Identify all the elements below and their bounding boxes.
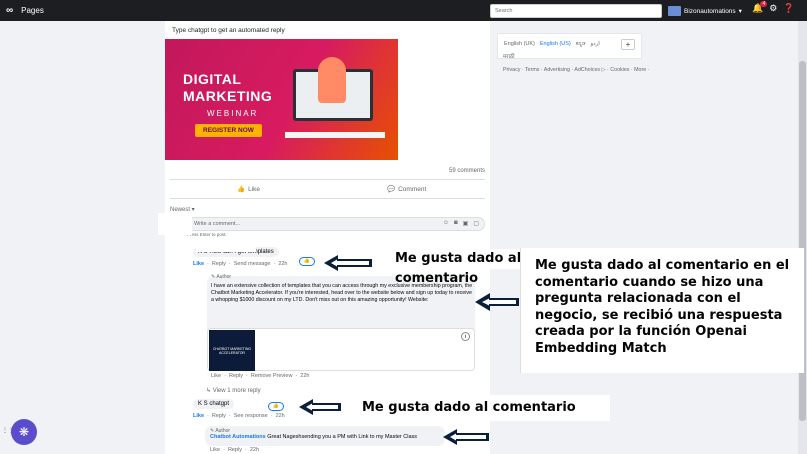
annotation-label-bottom: Me gusta dado al comentario bbox=[346, 395, 610, 421]
reply-text: Great Nageshsending you a PM with Link t… bbox=[267, 434, 418, 440]
camera-icon[interactable]: ◙ bbox=[454, 220, 458, 227]
see-response-link[interactable]: See response bbox=[234, 413, 268, 419]
language-option[interactable]: اردو bbox=[591, 41, 600, 48]
reply-bubble: ✎ Author I have an extensive collection … bbox=[207, 274, 475, 371]
banner-subtitle: WEBINAR bbox=[207, 109, 259, 118]
comment-like-link[interactable]: Like bbox=[193, 261, 204, 267]
brand[interactable]: ∞ Pages bbox=[6, 5, 44, 16]
reply-author-name[interactable]: Chatbot Automations bbox=[210, 434, 266, 440]
footer-links[interactable]: Privacy · Terms · Advertising · AdChoice… bbox=[503, 66, 653, 74]
comment-reply-link[interactable]: Reply bbox=[212, 413, 226, 419]
reply-reply-link[interactable]: Reply bbox=[229, 373, 243, 379]
search-input[interactable] bbox=[490, 4, 662, 18]
link-preview-image: CHATBOT MARKETING ACCELERATOR bbox=[209, 330, 255, 371]
redaction-patch bbox=[196, 245, 256, 252]
add-language-button[interactable]: + bbox=[621, 39, 635, 50]
language-option[interactable]: ಕನ್ನಡ bbox=[576, 41, 586, 48]
reply-time: 22h bbox=[249, 447, 260, 453]
bell-icon[interactable]: 🔔 4 bbox=[752, 1, 768, 14]
language-option[interactable]: मराठी bbox=[503, 52, 515, 60]
comment-actions: Like · Reply · Send message · 22h bbox=[193, 261, 288, 267]
banner-title: DIGITAL MARKETING bbox=[183, 71, 272, 105]
like-label: Like bbox=[248, 185, 261, 193]
floating-action-button[interactable]: ❋ bbox=[11, 419, 37, 445]
comment-bubble: K S chatgpt bbox=[193, 399, 235, 409]
divider bbox=[170, 198, 485, 199]
comment-label: Comment bbox=[398, 185, 427, 193]
banner-title-line2: MARKETING bbox=[183, 88, 273, 104]
reply-time: 22h bbox=[300, 373, 310, 379]
arrow-left-icon bbox=[443, 429, 489, 445]
reply-actions: Like · Reply · 22h bbox=[210, 447, 260, 453]
meta-logo-icon: ∞ bbox=[6, 5, 14, 16]
author-tag-label: Author bbox=[216, 274, 232, 280]
account-switcher[interactable]: Bizonautomations ▾ bbox=[668, 4, 742, 18]
language-option[interactable]: English (UK) bbox=[504, 41, 535, 48]
view-more-replies[interactable]: ↳ View 1 more reply bbox=[206, 387, 261, 394]
comment-text: K S chatgpt bbox=[198, 401, 230, 407]
emoji-icon[interactable]: ☺ bbox=[443, 220, 449, 227]
top-bar: ∞ Pages Bizonautomations ▾ 🔔4 ⚙ ❓ bbox=[0, 0, 807, 21]
info-icon[interactable]: i bbox=[461, 332, 470, 341]
comment-placeholder: Write a comment... bbox=[194, 221, 241, 227]
top-icons: 🔔 4 ⚙ ❓ bbox=[752, 1, 795, 14]
comment-reply-link[interactable]: Reply bbox=[212, 261, 226, 267]
redaction-patch bbox=[170, 365, 202, 375]
post-text: Type chatgpt to get an automated reply bbox=[172, 27, 285, 34]
divider bbox=[170, 179, 485, 180]
arrow-left-icon bbox=[299, 399, 341, 415]
annotation-explanation: Me gusta dado al comentario en el coment… bbox=[520, 248, 804, 373]
like-button[interactable]: 👍 Like bbox=[237, 185, 261, 194]
comment-tools: ☺ ◙ ▣ ▢ bbox=[443, 220, 479, 227]
comment-hint: Press Enter to post. bbox=[187, 232, 227, 237]
chevron-down-icon: ▾ bbox=[738, 8, 742, 15]
desk-illustration bbox=[285, 132, 385, 138]
help-icon[interactable]: ❓ bbox=[783, 3, 794, 14]
comments-count[interactable]: 59 comments bbox=[449, 168, 485, 174]
reply-actions: Like · Reply · Remove Preview · 22h bbox=[211, 373, 310, 379]
reply-reply-link[interactable]: Reply bbox=[228, 447, 242, 453]
post-image[interactable]: DIGITAL MARKETING WEBINAR REGISTER NOW bbox=[165, 39, 398, 160]
arrow-left-icon bbox=[475, 293, 519, 311]
sticker-icon[interactable]: ▢ bbox=[473, 220, 479, 227]
sort-dropdown[interactable]: Newest ▾ bbox=[170, 206, 195, 213]
scrollbar[interactable] bbox=[798, 21, 807, 454]
language-list: English (UK) English (US) ಕನ್ನಡ اردو bbox=[504, 41, 600, 48]
view-more-label: View 1 more reply bbox=[212, 388, 261, 394]
language-option[interactable]: English (US) bbox=[540, 41, 571, 48]
banner-title-line1: DIGITAL bbox=[183, 71, 242, 87]
reply-like-link[interactable]: Like bbox=[210, 447, 220, 453]
reply-like-link[interactable]: Like bbox=[211, 373, 221, 379]
gear-icon[interactable]: ⚙ bbox=[769, 3, 777, 14]
arrow-left-icon bbox=[324, 255, 372, 271]
reply-bubble: ✎ Author Chatbot Automations Great Nages… bbox=[205, 426, 445, 446]
banner-register-button: REGISTER NOW bbox=[195, 124, 262, 137]
comment-like-link[interactable]: Like bbox=[193, 413, 204, 419]
account-name: Bizonautomations bbox=[684, 7, 736, 15]
comment-input[interactable]: Write a comment... ☺ ◙ ▣ ▢ bbox=[187, 217, 485, 231]
annotation-label-top: Me gusta dado al comentario bbox=[392, 249, 522, 286]
remove-preview-link[interactable]: Remove Preview bbox=[251, 373, 293, 379]
notification-badge: 4 bbox=[760, 1, 768, 7]
thumbs-up-icon: 👍 bbox=[237, 186, 246, 193]
post-card: Type chatgpt to get an automated reply D… bbox=[165, 21, 490, 454]
comment-time: 22h bbox=[278, 261, 288, 267]
comment-button[interactable]: 💬 Comment bbox=[387, 185, 427, 194]
comment-actions: Like · Reply · See response · 22h bbox=[193, 413, 285, 419]
like-reaction-badge[interactable]: 👍 bbox=[268, 402, 284, 411]
pages-label[interactable]: Pages bbox=[21, 6, 44, 15]
like-reaction-badge[interactable]: 👍 bbox=[299, 257, 315, 266]
send-message-link[interactable]: Send message bbox=[234, 261, 271, 267]
author-tag: ✎ Author bbox=[211, 274, 232, 280]
language-panel: English (UK) English (US) ಕನ್ನಡ اردو + bbox=[497, 33, 642, 59]
account-avatar bbox=[668, 6, 681, 16]
gif-icon[interactable]: ▣ bbox=[463, 220, 469, 227]
comment-time: 22h bbox=[275, 413, 285, 419]
person-illustration bbox=[318, 57, 346, 103]
redaction-patch bbox=[158, 213, 192, 235]
link-preview[interactable]: CHATBOT MARKETING ACCELERATOR i bbox=[207, 328, 475, 371]
comment-icon: 💬 bbox=[387, 186, 396, 193]
